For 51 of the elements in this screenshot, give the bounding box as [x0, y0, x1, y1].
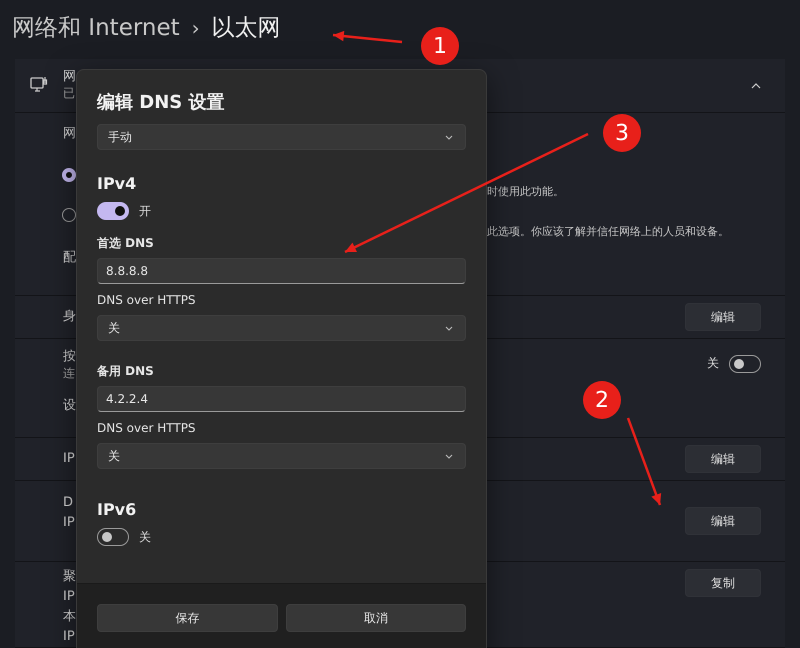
field-label: DNS over HTTPS: [97, 420, 197, 436]
setting-text: 聚: [63, 569, 76, 585]
doh-dropdown[interactable]: 关: [97, 443, 466, 469]
edit-button[interactable]: 编辑: [685, 303, 761, 331]
dialog-title: 编辑 DNS 设置: [97, 91, 226, 115]
edit-button[interactable]: 复制: [685, 569, 761, 597]
chevron-down-icon: [445, 454, 453, 458]
breadcrumb-parent[interactable]: 网络和 Internet: [12, 12, 180, 43]
setting-text: D: [63, 495, 74, 511]
edit-button[interactable]: 编辑: [685, 445, 761, 473]
setting-text: 连: [63, 365, 75, 381]
setting-text: 身: [63, 309, 76, 325]
annotation-arrow: [332, 30, 402, 44]
dns-input[interactable]: 4.2.2.4: [97, 386, 466, 412]
field-label: DNS over HTTPS: [97, 292, 197, 308]
chevron-up-icon[interactable]: [751, 82, 761, 88]
cancel-button[interactable]: 取消: [286, 604, 466, 632]
toggle-label: 关: [707, 355, 719, 372]
chevron-down-icon: [445, 326, 453, 330]
toggle-switch[interactable]: [97, 528, 129, 546]
toggle-switch[interactable]: [97, 202, 129, 220]
option-description: 时使用此功能。: [487, 185, 564, 199]
setting-text: 配: [63, 250, 76, 266]
section-heading: IPv4: [97, 174, 138, 194]
field-label: 备用 DNS: [97, 363, 155, 379]
field-label: 首选 DNS: [97, 235, 155, 251]
setting-text: 网: [63, 126, 76, 142]
toggle-label: 关: [139, 528, 151, 546]
doh-dropdown[interactable]: 关: [97, 315, 466, 341]
edit-button[interactable]: 编辑: [685, 507, 761, 535]
radio-button[interactable]: [62, 168, 76, 182]
option-description: 此选项。你应该了解并信任网络上的人员和设备。: [487, 225, 729, 239]
setting-text: IP: [63, 629, 75, 645]
section-heading: IPv6: [97, 500, 138, 520]
mode-dropdown[interactable]: 手动: [97, 124, 466, 150]
setting-text: 本: [63, 609, 76, 625]
setting-text: 按: [63, 349, 76, 365]
setting-text: 网: [63, 69, 76, 85]
toggle-switch[interactable]: [729, 355, 761, 373]
chevron-down-icon: [445, 134, 453, 140]
page-title: 以太网: [212, 14, 281, 43]
toggle-label: 开: [139, 202, 151, 220]
setting-text: IP: [63, 515, 75, 531]
save-button[interactable]: 保存: [97, 604, 278, 632]
setting-text: IP: [63, 451, 75, 467]
setting-text: 已: [63, 85, 75, 101]
setting-text: 设: [63, 398, 76, 414]
breadcrumb-separator: ›: [192, 16, 200, 40]
step-badge: 1: [421, 27, 459, 65]
dns-input[interactable]: 8.8.8.8: [97, 258, 466, 284]
setting-text: IP: [63, 589, 75, 605]
